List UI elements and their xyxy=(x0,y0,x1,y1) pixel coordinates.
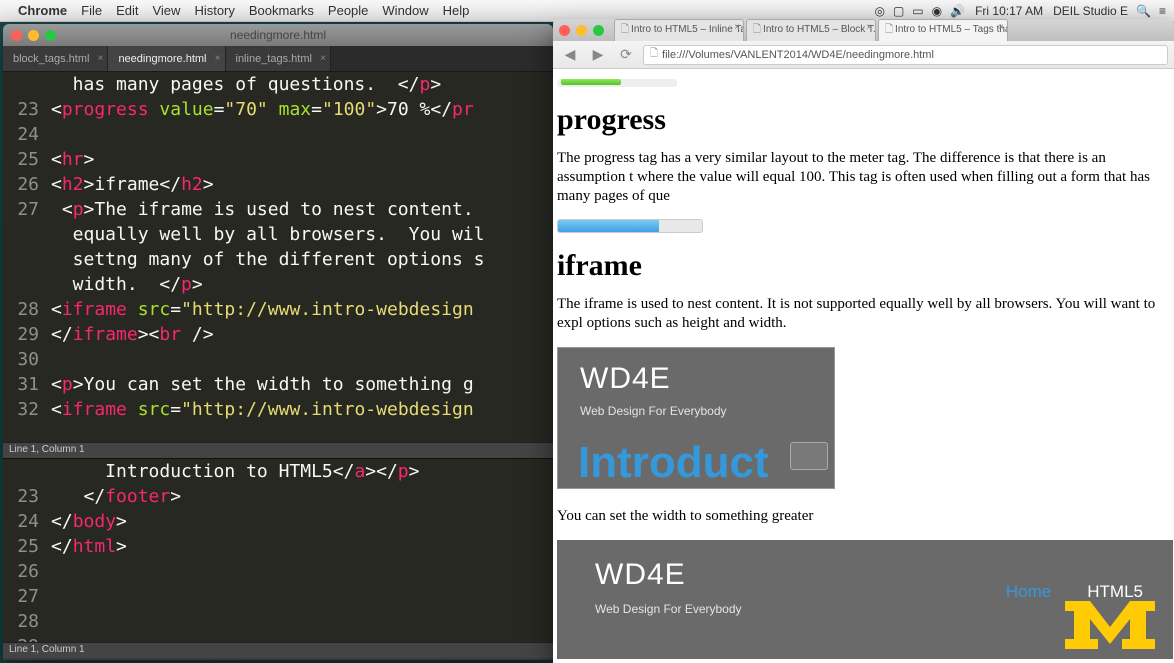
code-pane-1[interactable]: has many pages of questions. </p>23<prog… xyxy=(3,72,553,442)
zoom-icon[interactable] xyxy=(45,30,56,41)
code-line[interactable]: 24 xyxy=(3,122,553,147)
wifi-icon[interactable]: ◉ xyxy=(932,4,942,18)
browser-tabs: 🗋Intro to HTML5 – Inline Ta...× 🗋Intro t… xyxy=(553,19,1174,41)
status-bar-2: Line 1, Column 1 xyxy=(3,642,553,658)
close-icon[interactable]: × xyxy=(866,22,872,33)
traffic-lights xyxy=(11,30,56,41)
browser-traffic-lights xyxy=(559,25,604,36)
code-line[interactable]: 29 xyxy=(3,634,553,642)
heading-iframe: iframe xyxy=(557,249,1174,283)
paragraph-progress: The progress tag has a very similar layo… xyxy=(557,149,1174,205)
iframe-logo: WD4E xyxy=(558,348,834,396)
code-line[interactable]: settng many of the different options s xyxy=(3,247,553,272)
close-icon[interactable]: × xyxy=(998,22,1004,33)
shohw-icon[interactable]: ◎ xyxy=(874,4,884,18)
video-icon[interactable]: ▢ xyxy=(893,4,904,18)
editor-tab-block[interactable]: block_tags.html× xyxy=(3,46,108,71)
zoom-icon[interactable] xyxy=(593,25,604,36)
page-icon: 🗋 xyxy=(753,24,761,35)
browser-tab-inline[interactable]: 🗋Intro to HTML5 – Inline Ta...× xyxy=(614,19,744,41)
menu-edit[interactable]: Edit xyxy=(116,3,138,18)
code-line[interactable]: 31<p>You can set the width to something … xyxy=(3,372,553,397)
menu-bookmarks[interactable]: Bookmarks xyxy=(249,3,314,18)
paragraph-iframe: The iframe is used to nest content. It i… xyxy=(557,295,1174,333)
iframe-small[interactable]: WD4E Web Design For Everybody Introduct xyxy=(557,347,835,489)
file-icon: 🗋 xyxy=(650,46,658,63)
code-line[interactable]: 27 xyxy=(3,584,553,609)
close-icon[interactable]: × xyxy=(215,53,221,64)
code-line[interactable]: has many pages of questions. </p> xyxy=(3,72,553,97)
close-icon[interactable]: × xyxy=(98,53,104,64)
code-line[interactable]: 29</iframe><br /> xyxy=(3,322,553,347)
close-icon[interactable]: × xyxy=(320,53,326,64)
meter-element xyxy=(557,79,677,87)
code-line[interactable]: Introduction to HTML5</a></p> xyxy=(3,459,553,484)
app-name[interactable]: Chrome xyxy=(18,3,67,18)
iframe-scroll-handle[interactable] xyxy=(790,442,828,470)
minimize-icon[interactable] xyxy=(28,30,39,41)
code-line[interactable]: 23 </footer> xyxy=(3,484,553,509)
search-icon[interactable]: 🔍 xyxy=(1136,4,1151,18)
editor-window: needingmore.html block_tags.html× needin… xyxy=(3,24,553,660)
menu-help[interactable]: Help xyxy=(443,3,470,18)
progress-element xyxy=(557,219,703,233)
code-line[interactable]: 25<hr> xyxy=(3,147,553,172)
editor-title: needingmore.html xyxy=(230,28,326,42)
menu-window[interactable]: Window xyxy=(382,3,428,18)
browser-window: 🗋Intro to HTML5 – Inline Ta...× 🗋Intro t… xyxy=(553,19,1174,663)
umich-logo xyxy=(1060,589,1160,651)
back-button[interactable]: ◀ xyxy=(559,45,581,65)
volume-icon[interactable]: 🔊 xyxy=(950,4,965,18)
address-text: file:///Volumes/VANLENT2014/WD4E/needing… xyxy=(662,49,934,61)
list-icon[interactable]: ≡ xyxy=(1159,4,1166,18)
clock[interactable]: Fri 10:17 AM xyxy=(975,4,1043,18)
code-pane-2[interactable]: Introduction to HTML5</a></p>23 </footer… xyxy=(3,458,553,642)
iframe-subtitle: Web Design For Everybody xyxy=(558,396,834,418)
paragraph-width: You can set the width to something great… xyxy=(557,507,1174,526)
iframe-heading: Introduct xyxy=(578,438,769,488)
browser-tab-tags[interactable]: 🗋Intro to HTML5 – Tags tha...× xyxy=(878,19,1008,41)
browser-content[interactable]: progress The progress tag has a very sim… xyxy=(553,69,1174,659)
close-icon[interactable]: × xyxy=(734,22,740,33)
address-bar[interactable]: 🗋 file:///Volumes/VANLENT2014/WD4E/needi… xyxy=(643,45,1168,65)
editor-tab-inline[interactable]: inline_tags.html× xyxy=(226,46,331,71)
code-line[interactable]: 28<iframe src="http://www.intro-webdesig… xyxy=(3,297,553,322)
page-icon: 🗋 xyxy=(885,24,893,35)
minimize-icon[interactable] xyxy=(576,25,587,36)
page-icon: 🗋 xyxy=(621,24,629,35)
close-icon[interactable] xyxy=(11,30,22,41)
menu-file[interactable]: File xyxy=(81,3,102,18)
nav-home-link[interactable]: Home xyxy=(1006,582,1051,602)
code-line[interactable]: 24</body> xyxy=(3,509,553,534)
code-line[interactable]: width. </p> xyxy=(3,272,553,297)
heading-progress: progress xyxy=(557,103,1174,137)
display-icon[interactable]: ▭ xyxy=(912,4,923,18)
code-line[interactable]: 26<h2>iframe</h2> xyxy=(3,172,553,197)
browser-tab-block[interactable]: 🗋Intro to HTML5 – Block T...× xyxy=(746,19,876,41)
editor-tab-needingmore[interactable]: needingmore.html× xyxy=(108,46,225,71)
code-line[interactable]: 27 <p>The iframe is used to nest content… xyxy=(3,197,553,222)
forward-button[interactable]: ▶ xyxy=(587,45,609,65)
status-bar-1: Line 1, Column 1 xyxy=(3,442,553,458)
code-line[interactable]: 28 xyxy=(3,609,553,634)
menu-history[interactable]: History xyxy=(194,3,234,18)
browser-toolbar: ◀ ▶ ⟳ 🗋 file:///Volumes/VANLENT2014/WD4E… xyxy=(553,41,1174,69)
menu-view[interactable]: View xyxy=(152,3,180,18)
code-line[interactable]: 30 xyxy=(3,347,553,372)
user-name[interactable]: DEIL Studio E xyxy=(1053,4,1128,18)
code-line[interactable]: 25</html> xyxy=(3,534,553,559)
editor-titlebar[interactable]: needingmore.html xyxy=(3,24,553,46)
menu-people[interactable]: People xyxy=(328,3,368,18)
code-line[interactable]: 32<iframe src="http://www.intro-webdesig… xyxy=(3,397,553,422)
code-line[interactable]: 23<progress value="70" max="100">70 %</p… xyxy=(3,97,553,122)
editor-tabs: block_tags.html× needingmore.html× inlin… xyxy=(3,46,553,72)
code-line[interactable]: equally well by all browsers. You wil xyxy=(3,222,553,247)
close-icon[interactable] xyxy=(559,25,570,36)
code-line[interactable]: 26 xyxy=(3,559,553,584)
reload-button[interactable]: ⟳ xyxy=(615,45,637,65)
